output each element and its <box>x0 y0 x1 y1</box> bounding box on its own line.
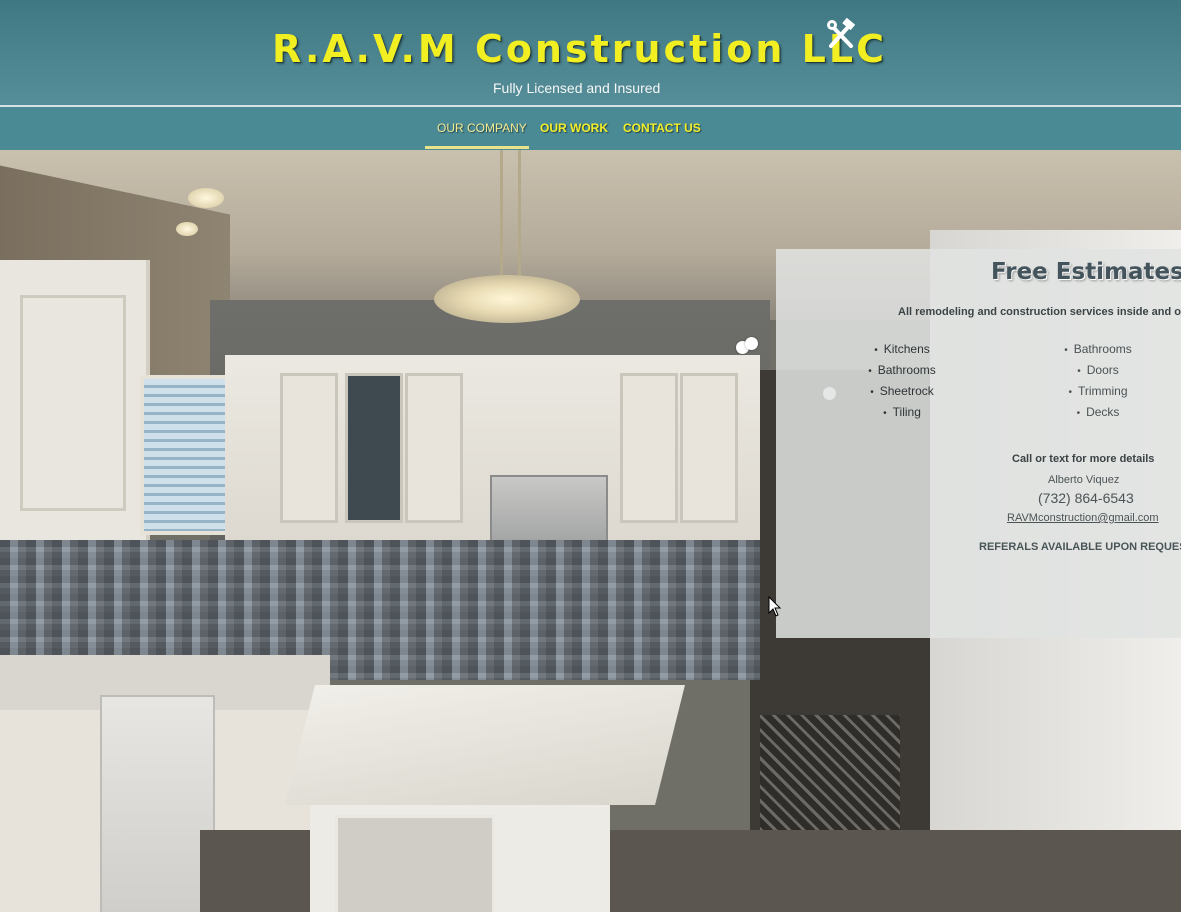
contact-name: Alberto Viquez <box>1048 474 1120 486</box>
services-list-left: Kitchens Bathrooms Sheetrock Tiling <box>846 339 958 423</box>
list-item: Sheetrock <box>846 381 958 402</box>
list-item: Doors <box>1038 360 1158 381</box>
slider-dot-2[interactable] <box>745 337 758 350</box>
mouse-cursor-icon <box>768 596 782 617</box>
main-nav: OUR COMPANY OUR WORK CONTACT US <box>0 107 1181 150</box>
brand-name[interactable]: R.A.V.M Construction LLC <box>272 27 887 71</box>
nav-active-indicator <box>425 146 529 149</box>
nav-our-company[interactable]: OUR COMPANY <box>437 121 527 135</box>
contact-email-link[interactable]: RAVMconstruction@gmail.com <box>1007 512 1159 524</box>
panel-subtitle: All remodeling and construction services… <box>898 306 1181 318</box>
tagline: Fully Licensed and Insured <box>493 80 661 96</box>
site-header: R.A.V.M Construction LLC Fully Licensed … <box>0 0 1181 106</box>
free-estimates-panel: Free Estimates All remodeling and constr… <box>776 249 1181 638</box>
hammer-wrench-icon <box>827 18 856 48</box>
list-item: Kitchens <box>846 339 958 360</box>
list-item: Tiling <box>846 402 958 423</box>
call-text: Call or text for more details <box>1012 453 1155 465</box>
nav-contact-us[interactable]: CONTACT US <box>623 121 701 135</box>
nav-our-work[interactable]: OUR WORK <box>540 121 608 135</box>
list-item: Bathrooms <box>846 360 958 381</box>
panel-title: Free Estimates <box>991 259 1181 285</box>
contact-phone[interactable]: (732) 864-6543 <box>1038 490 1134 506</box>
list-item: Trimming <box>1038 381 1158 402</box>
list-item: Bathrooms <box>1038 339 1158 360</box>
list-item: Decks <box>1038 402 1158 423</box>
referrals-note: REFERALS AVAILABLE UPON REQUES <box>979 541 1181 553</box>
services-list-right: Bathrooms Doors Trimming Decks <box>1038 339 1158 423</box>
